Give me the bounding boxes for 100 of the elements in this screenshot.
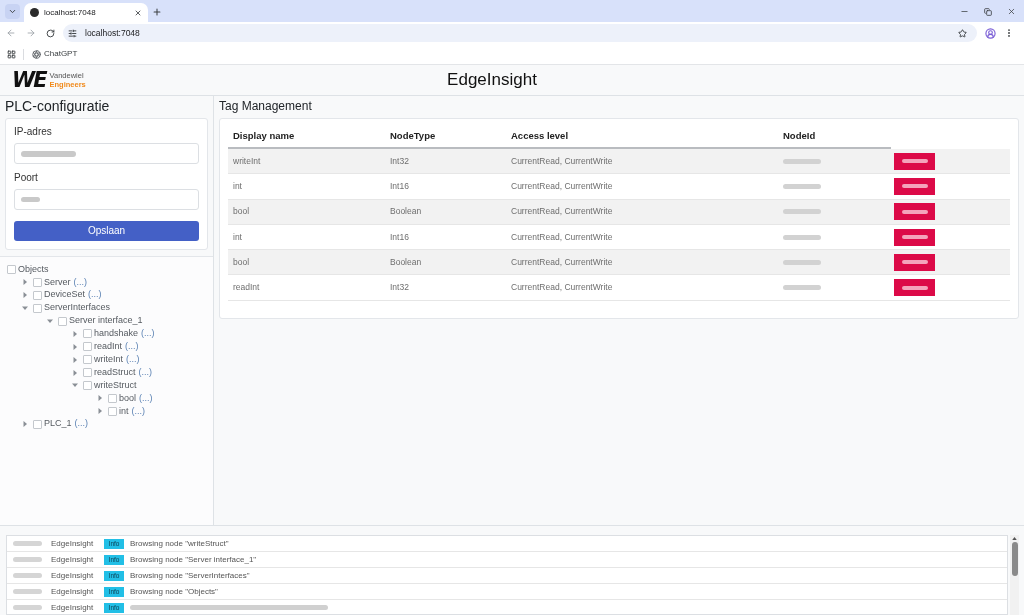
delete-button[interactable] xyxy=(894,177,935,195)
column-header: Display name xyxy=(233,128,295,143)
close-icon[interactable] xyxy=(134,8,142,17)
tree-item-label[interactable]: Objects xyxy=(18,262,49,277)
forward-icon[interactable] xyxy=(26,28,36,38)
restore-icon[interactable] xyxy=(984,7,992,16)
apps-grid-icon[interactable] xyxy=(7,49,16,59)
input-field[interactable] xyxy=(14,189,199,210)
table-cell: CurrentRead, CurrentWrite xyxy=(511,281,613,294)
chevron-right-icon[interactable] xyxy=(97,395,103,402)
app-title: EdgeInsight xyxy=(446,69,538,92)
checkbox[interactable] xyxy=(33,290,42,300)
chevron-down-icon[interactable] xyxy=(72,382,78,389)
checkbox[interactable] xyxy=(83,342,92,352)
table-cell: Int32 xyxy=(390,281,409,294)
tree-item-label[interactable]: DeviceSet xyxy=(44,288,86,302)
delete-button[interactable] xyxy=(894,279,935,297)
more-link[interactable]: (...) xyxy=(126,352,140,367)
checkbox[interactable] xyxy=(83,368,92,378)
checkbox[interactable] xyxy=(58,316,67,326)
more-link[interactable]: (...) xyxy=(139,391,153,406)
delete-button[interactable] xyxy=(894,203,935,221)
profile-icon[interactable] xyxy=(985,27,996,39)
browser-tab[interactable]: localhost:7048 xyxy=(24,3,148,22)
checkbox[interactable] xyxy=(83,329,92,339)
table-cell: Int32 xyxy=(390,154,409,168)
log-source: EdgeInsight xyxy=(51,553,95,566)
tree-item-label[interactable]: Server interface_1 xyxy=(69,314,143,328)
checkbox[interactable] xyxy=(108,406,117,416)
bookmark-link[interactable]: ChatGPT xyxy=(44,48,78,60)
tree-item-label[interactable]: bool xyxy=(119,391,136,406)
log-message: Browsing node "Server interface_1" xyxy=(130,553,257,566)
checkbox[interactable] xyxy=(83,355,92,365)
delete-button[interactable] xyxy=(894,228,935,246)
chevron-right-icon[interactable] xyxy=(72,356,78,363)
tree-item-label[interactable]: writeInt xyxy=(94,352,123,367)
table-cell: Boolean xyxy=(390,205,422,219)
tree-item-label[interactable]: writeStruct xyxy=(94,378,137,393)
checkbox[interactable] xyxy=(83,380,92,390)
tree-item-label[interactable]: readStruct xyxy=(94,365,136,380)
url-text[interactable]: localhost:7048 xyxy=(85,26,958,40)
tree-item-label[interactable]: ServerInterfaces xyxy=(44,301,111,315)
table-cell: int xyxy=(233,230,242,244)
table-cell: Int16 xyxy=(390,180,409,193)
scrollbar-thumb[interactable] xyxy=(1011,542,1018,576)
more-link[interactable]: (...) xyxy=(88,288,102,302)
scroll-up-icon[interactable] xyxy=(1012,537,1017,540)
log-message: Browsing node "Objects" xyxy=(130,585,218,598)
close-icon[interactable] xyxy=(1007,7,1016,16)
table-cell: CurrentRead, CurrentWrite xyxy=(511,230,613,244)
tree-item-label[interactable]: int xyxy=(119,404,129,418)
table-cell: writeInt xyxy=(233,154,261,168)
checkbox[interactable] xyxy=(108,393,117,403)
log-source: EdgeInsight xyxy=(51,601,95,614)
new-tab-icon[interactable] xyxy=(152,7,162,17)
chevron-down-icon xyxy=(8,7,17,16)
more-link[interactable]: (...) xyxy=(141,327,155,341)
log-source: EdgeInsight xyxy=(51,569,95,582)
table-cell: CurrentRead, CurrentWrite xyxy=(511,205,613,219)
chevron-right-icon[interactable] xyxy=(97,408,103,415)
table-cell: CurrentRead, CurrentWrite xyxy=(511,154,613,168)
bookmark-star-icon[interactable] xyxy=(958,28,967,38)
chevron-right-icon[interactable] xyxy=(22,279,28,286)
more-link[interactable]: (...) xyxy=(74,417,89,431)
chevron-right-icon[interactable] xyxy=(72,343,78,350)
chevron-right-icon[interactable] xyxy=(22,292,28,299)
more-link[interactable]: (...) xyxy=(138,365,153,380)
site-settings-icon[interactable] xyxy=(68,28,77,38)
checkbox[interactable] xyxy=(33,419,42,429)
chevron-right-icon[interactable] xyxy=(72,369,78,376)
more-link[interactable]: (...) xyxy=(125,340,139,354)
chevron-right-icon[interactable] xyxy=(22,421,28,428)
tree-item-label[interactable]: PLC_1 xyxy=(44,417,72,431)
tree-item-label[interactable]: readInt xyxy=(94,340,123,354)
tab-list-button[interactable] xyxy=(5,4,20,19)
checkbox[interactable] xyxy=(33,303,42,313)
aperture-icon xyxy=(32,49,41,59)
checkbox[interactable] xyxy=(33,277,42,287)
column-header: NodeType xyxy=(390,128,436,143)
reload-icon[interactable] xyxy=(46,28,55,38)
input-field[interactable] xyxy=(14,143,199,164)
log-message: Browsing node "writeStruct" xyxy=(130,537,229,550)
table-cell: CurrentRead, CurrentWrite xyxy=(511,180,613,193)
chevron-right-icon[interactable] xyxy=(72,330,78,337)
save-button[interactable]: Opslaan xyxy=(14,220,199,241)
table-cell: CurrentRead, CurrentWrite xyxy=(511,255,613,269)
tree-item-label[interactable]: handshake xyxy=(94,327,139,341)
checkbox[interactable] xyxy=(7,264,16,274)
table-cell: bool xyxy=(233,255,250,269)
tree-item-label[interactable]: Server xyxy=(44,275,71,290)
logo-mark: WE xyxy=(12,69,46,91)
delete-button[interactable] xyxy=(894,253,935,271)
chevron-down-icon[interactable] xyxy=(22,305,28,312)
more-link[interactable]: (...) xyxy=(131,404,145,418)
scrollbar[interactable] xyxy=(1010,535,1019,615)
more-link[interactable]: (...) xyxy=(73,275,87,290)
chevron-down-icon[interactable] xyxy=(47,318,53,324)
address-bar[interactable]: localhost:7048 xyxy=(63,24,977,42)
back-icon[interactable] xyxy=(6,28,16,38)
delete-button[interactable] xyxy=(894,152,935,170)
